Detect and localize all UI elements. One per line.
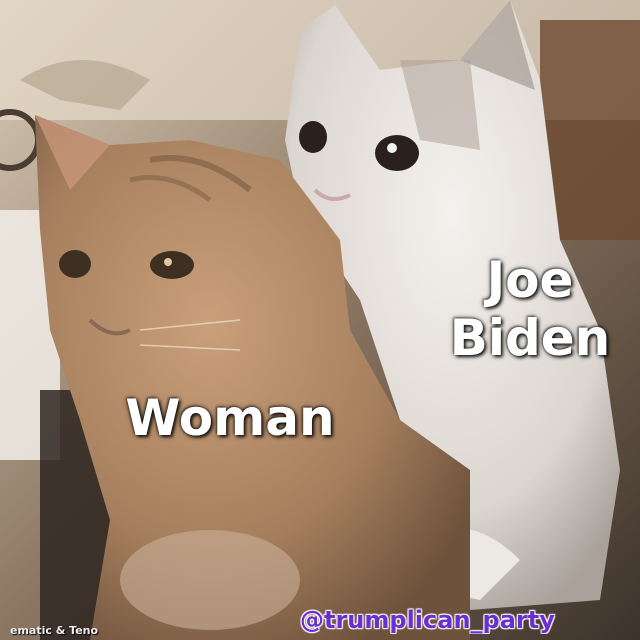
joe-caption-line2: Biden xyxy=(449,308,611,367)
meme-image: Joe Biden Woman @trumplican_party ematic… xyxy=(0,0,640,640)
joe-biden-caption: Joe Biden xyxy=(440,251,620,367)
watermark-credit: ematic & Teno xyxy=(10,624,99,637)
watermark-handle: @trumplican_party xyxy=(300,606,555,634)
woman-caption: Woman xyxy=(125,389,335,447)
joe-caption-line1: Joe xyxy=(486,251,574,309)
